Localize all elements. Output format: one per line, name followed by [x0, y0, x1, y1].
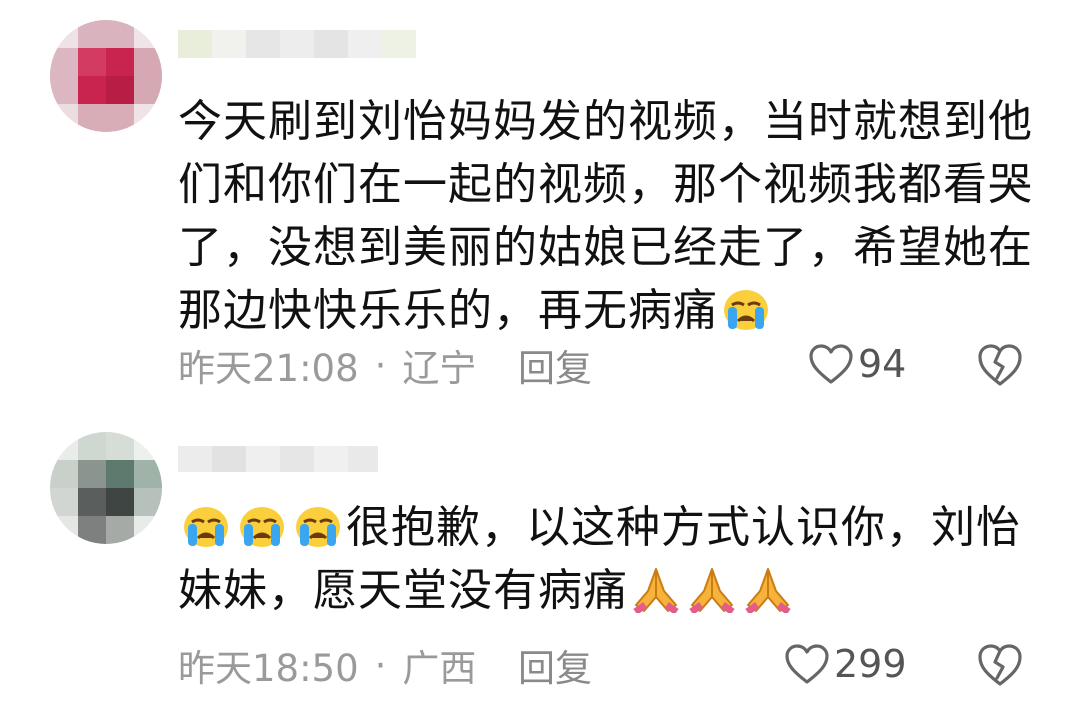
comment-text-line: 很抱歉，以这种方式认识你，刘怡 — [178, 496, 1038, 559]
comment-location: 广西 — [402, 647, 477, 690]
heart-icon — [784, 643, 830, 685]
broken-heart-icon — [976, 342, 1024, 388]
avatar[interactable] — [50, 20, 162, 132]
folded-hands-icon — [630, 565, 682, 613]
comment-text-line: 妹妹，愿天堂没有病痛 — [178, 559, 1038, 622]
username-blurred[interactable] — [178, 26, 418, 60]
dislike-button[interactable] — [976, 642, 1024, 688]
heart-icon — [808, 343, 854, 385]
comment-time: 昨天18:50 — [178, 647, 359, 690]
separator-dot: · — [374, 343, 387, 387]
crying-face-icon — [292, 502, 344, 550]
comment-item: 今天刷到刘怡妈妈发的视频，当时就想到他 们和你们在一起的视频，那个视频我都看哭 … — [0, 0, 1080, 410]
comment-text: 很抱歉，以这种方式认识你，刘怡 妹妹，愿天堂没有病痛 — [178, 496, 1038, 622]
comment-text-segment: 妹妹，愿天堂没有病痛 — [178, 565, 628, 616]
avatar[interactable] — [50, 432, 162, 544]
reply-button[interactable]: 回复 — [518, 638, 592, 692]
username-blurred[interactable] — [178, 440, 378, 474]
crying-face-icon — [720, 285, 772, 333]
comment-meta: 昨天21:08 · 辽宁 回复 — [178, 338, 1080, 392]
comment-meta: 昨天18:50 · 广西 回复 — [178, 638, 1080, 692]
like-button[interactable]: 94 — [808, 342, 906, 386]
like-button[interactable]: 299 — [784, 642, 907, 686]
comment-text-line: 那边快快乐乐的，再无病痛 — [178, 279, 1038, 342]
crying-face-icon — [236, 502, 288, 550]
comment-text-segment: 很抱歉，以这种方式认识你，刘怡 — [346, 502, 1021, 553]
crying-face-icon — [180, 502, 232, 550]
comment-time: 昨天21:08 — [178, 347, 359, 390]
separator-dot: · — [374, 643, 387, 687]
comment-text-segment: 那边快快乐乐的，再无病痛 — [178, 285, 718, 336]
folded-hands-icon — [686, 565, 738, 613]
broken-heart-icon — [976, 642, 1024, 688]
comment-text-line: 今天刷到刘怡妈妈发的视频，当时就想到他 — [178, 96, 1033, 147]
comment-item: 很抱歉，以这种方式认识你，刘怡 妹妹，愿天堂没有病痛 昨天18:50 · 广西 … — [0, 410, 1080, 716]
comment-location: 辽宁 — [402, 347, 477, 390]
like-count: 299 — [834, 642, 907, 686]
comment-text-line: 们和你们在一起的视频，那个视频我都看哭 — [178, 159, 1033, 210]
like-count: 94 — [858, 342, 907, 386]
comment-text-line: 了，没想到美丽的姑娘已经走了，希望她在 — [178, 222, 1033, 273]
dislike-button[interactable] — [976, 342, 1024, 388]
folded-hands-icon — [742, 565, 794, 613]
reply-button[interactable]: 回复 — [518, 338, 592, 392]
comment-text: 今天刷到刘怡妈妈发的视频，当时就想到他 们和你们在一起的视频，那个视频我都看哭 … — [178, 90, 1038, 342]
